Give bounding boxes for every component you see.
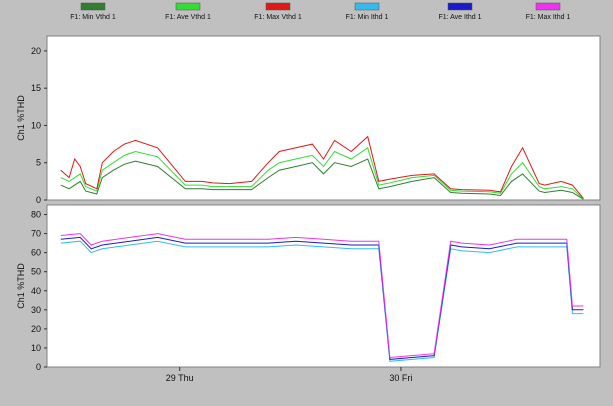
legend-swatch xyxy=(265,2,291,11)
legend-label: F1: Max Vthd 1 xyxy=(254,14,302,21)
y-tick-label: 5 xyxy=(36,158,41,168)
chart-window: F1: Min Vthd 1 F1: Ave Vthd 1 F1: Max Vthd… xyxy=(0,0,613,401)
y-tick-label: 20 xyxy=(31,324,41,334)
bottom-chart-panel: 0 10 20 30 40 50 60 70 80 Ch1 %THD 29 Thu 30 Fri xyxy=(16,204,601,383)
plot-area xyxy=(46,35,601,201)
y-tick-label: 40 xyxy=(31,286,41,296)
y-tick-label: 70 xyxy=(31,229,41,239)
legend-swatch xyxy=(175,2,201,11)
y-tick-label: 50 xyxy=(31,267,41,277)
legend-swatch xyxy=(354,2,380,11)
legend-label: F1: Min Ithd 1 xyxy=(346,14,389,21)
y-tick-label: 20 xyxy=(31,46,41,56)
legend-swatch xyxy=(535,2,561,11)
legend: F1: Min Vthd 1 F1: Ave Vthd 1 F1: Max Vthd… xyxy=(70,2,571,21)
legend-label: F1: Min Vthd 1 xyxy=(70,14,116,21)
legend-label: F1: Max Ithd 1 xyxy=(526,14,571,21)
y-tick-label: 0 xyxy=(36,195,41,205)
x-tick-label: 29 Thu xyxy=(166,373,194,383)
y-tick-label: 80 xyxy=(31,210,41,220)
y-tick-label: 10 xyxy=(31,343,41,353)
legend-label: F1: Ave Vthd 1 xyxy=(165,14,211,21)
y-axis-label: Ch1 %THD xyxy=(16,263,26,309)
top-chart-panel: 0 5 10 15 20 Ch1 %THD xyxy=(16,35,601,205)
y-tick-label: 30 xyxy=(31,305,41,315)
y-tick-label: 60 xyxy=(31,248,41,258)
y-axis-label: Ch1 %THD xyxy=(16,95,26,141)
plot-area xyxy=(46,204,601,368)
y-tick-label: 10 xyxy=(31,120,41,130)
y-tick-label: 0 xyxy=(36,362,41,372)
x-tick-label: 30 Fri xyxy=(389,373,412,383)
legend-swatch xyxy=(447,2,473,11)
legend-label: F1: Ave Ithd 1 xyxy=(438,14,481,21)
y-tick-label: 15 xyxy=(31,83,41,93)
legend-swatch xyxy=(80,2,106,11)
chart-canvas: F1: Min Vthd 1 F1: Ave Vthd 1 F1: Max Vthd… xyxy=(16,2,601,383)
